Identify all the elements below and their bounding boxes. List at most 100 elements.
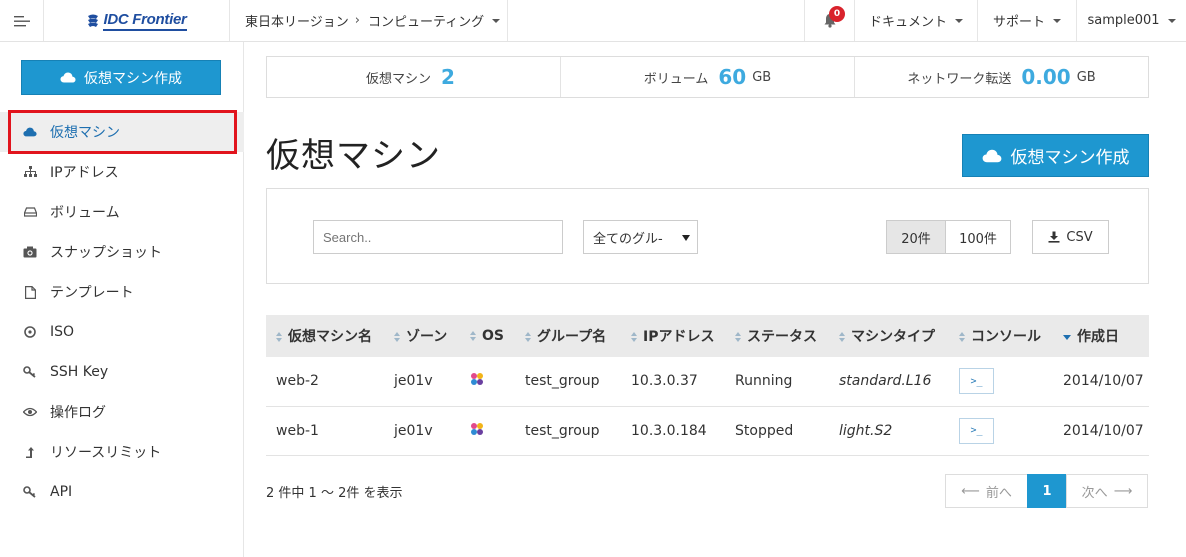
- sidebar-item-label: スナップショット: [50, 245, 162, 261]
- sort-icon: [525, 331, 532, 343]
- sidebar-item-vm[interactable]: 仮想マシン: [0, 110, 244, 154]
- per-page-20-button[interactable]: 20件: [886, 220, 946, 254]
- region-label: 東日本リージョン: [245, 15, 349, 30]
- status-cell: Stopped: [725, 406, 829, 456]
- next-page-button[interactable]: 次へ ⟶: [1066, 474, 1148, 508]
- support-menu[interactable]: サポート: [977, 0, 1076, 41]
- sidebar-item-api[interactable]: API: [0, 472, 244, 512]
- selection-highlight: [8, 110, 237, 154]
- download-icon: [1048, 231, 1060, 243]
- camera-icon: [23, 246, 37, 258]
- os-cell: [460, 406, 515, 456]
- vm-name-link[interactable]: web-1: [266, 406, 384, 456]
- region-breadcrumb[interactable]: 東日本リージョン › コンピューティング: [230, 0, 508, 41]
- status-cell: Running: [725, 357, 829, 407]
- col-header-created[interactable]: 作成日: [1053, 315, 1149, 357]
- hdd-icon: [23, 207, 37, 217]
- stat-network-value: 0.00: [1021, 65, 1071, 89]
- ip-cell: 10.3.0.37: [621, 357, 725, 407]
- sidebar-item-template[interactable]: テンプレート: [0, 272, 244, 312]
- sidebar-item-label: 操作ログ: [50, 405, 106, 421]
- sidebar: 仮想マシン作成 仮想マシン IPアドレス ボリューム スナップショット テンプレ…: [0, 42, 244, 557]
- sidebar-item-label: IPアドレス: [50, 165, 119, 181]
- col-header-console[interactable]: コンソール: [949, 315, 1053, 357]
- col-header-ip[interactable]: IPアドレス: [621, 315, 725, 357]
- sitemap-icon: [23, 166, 37, 177]
- group-cell: test_group: [515, 357, 621, 407]
- notifications-button[interactable]: 0: [804, 0, 854, 41]
- sidebar-item-ip[interactable]: IPアドレス: [0, 152, 244, 192]
- zone-cell: je01v: [384, 406, 460, 456]
- user-menu[interactable]: sample001: [1076, 0, 1186, 41]
- page-title: 仮想マシン: [266, 136, 441, 176]
- sort-icon: [735, 331, 742, 343]
- sidebar-create-vm-button[interactable]: 仮想マシン作成: [21, 60, 221, 95]
- per-page-100-button[interactable]: 100件: [945, 220, 1011, 254]
- sidebar-item-snapshot[interactable]: スナップショット: [0, 232, 244, 272]
- prev-page-button[interactable]: ⟵ 前へ: [945, 474, 1028, 508]
- hamburger-icon: [13, 15, 30, 26]
- stat-volume-label: ボリューム: [643, 71, 709, 87]
- sort-icon: [959, 331, 966, 343]
- notification-badge: 0: [829, 6, 845, 22]
- prev-label: 前へ: [985, 485, 1012, 501]
- sidebar-item-label: テンプレート: [50, 285, 134, 301]
- create-vm-button[interactable]: 仮想マシン作成: [962, 134, 1149, 177]
- next-label: 次へ: [1081, 485, 1108, 501]
- console-button[interactable]: >_: [959, 417, 994, 444]
- sort-icon: [394, 331, 401, 343]
- sidebar-item-resource-limit[interactable]: リソースリミット: [0, 432, 244, 472]
- level-up-icon: [26, 446, 34, 458]
- filter-panel: 全てのグル- 20件 100件 CSV: [266, 188, 1149, 284]
- csv-download-button[interactable]: CSV: [1032, 220, 1109, 254]
- logo[interactable]: IDC Frontier: [44, 0, 230, 41]
- sidebar-item-label: SSH Key: [50, 364, 109, 380]
- service-label: コンピューティング: [367, 15, 485, 30]
- sidebar-item-ssh-key[interactable]: SSH Key: [0, 352, 244, 392]
- stat-vm-label: 仮想マシン: [366, 71, 432, 87]
- col-header-status[interactable]: ステータス: [725, 315, 829, 357]
- sidebar-item-volume[interactable]: ボリューム: [0, 192, 244, 232]
- key-icon: [23, 366, 36, 378]
- col-header-name[interactable]: 仮想マシン名: [266, 315, 384, 357]
- console-cell: >_: [949, 357, 1053, 407]
- main-content: 仮想マシン 2 ボリューム 60 GB ネットワーク転送 0.00 GB 仮想マ…: [244, 42, 1186, 557]
- arrow-right-icon: ⟶: [1113, 483, 1133, 499]
- idcf-logo-icon: [88, 14, 99, 27]
- page-1-button[interactable]: 1: [1027, 474, 1067, 508]
- sidebar-item-log[interactable]: 操作ログ: [0, 392, 244, 432]
- menu-toggle-button[interactable]: [0, 0, 44, 41]
- stat-vm: 仮想マシン 2: [267, 57, 560, 97]
- stat-network: ネットワーク転送 0.00 GB: [854, 57, 1148, 97]
- file-icon: [24, 285, 36, 299]
- breadcrumb-separator: ›: [354, 13, 360, 28]
- csv-label: CSV: [1066, 229, 1093, 245]
- col-header-machine-type[interactable]: マシンタイプ: [829, 315, 949, 357]
- machine-type-cell: light.S2: [829, 406, 949, 456]
- vm-name-link[interactable]: web-2: [266, 357, 384, 407]
- group-cell: test_group: [515, 406, 621, 456]
- col-header-group[interactable]: グループ名: [515, 315, 621, 357]
- sidebar-item-label: ボリューム: [50, 205, 120, 221]
- docs-menu[interactable]: ドキュメント: [854, 0, 977, 41]
- arrow-left-icon: ⟵: [961, 483, 980, 499]
- console-button[interactable]: >_: [959, 368, 994, 395]
- sort-icon: [276, 331, 283, 343]
- stat-volume: ボリューム 60 GB: [560, 57, 854, 97]
- sidebar-item-iso[interactable]: ISO: [0, 312, 244, 352]
- eye-icon: [23, 407, 37, 417]
- sort-icon: [839, 331, 846, 343]
- search-input[interactable]: [313, 220, 563, 254]
- group-select[interactable]: 全てのグル-: [583, 220, 698, 254]
- col-header-os[interactable]: OS: [460, 315, 515, 357]
- col-header-zone[interactable]: ゾーン: [384, 315, 460, 357]
- stat-vm-value: 2: [441, 65, 455, 89]
- stat-volume-value: 60: [718, 65, 747, 89]
- sort-icon: [631, 331, 638, 343]
- sidebar-item-label: リソースリミット: [50, 445, 162, 461]
- disc-icon: [24, 326, 36, 338]
- table-row: web-1 je01v test_group 10.3.0.184 Stoppe…: [266, 406, 1149, 456]
- support-label: サポート: [992, 15, 1045, 30]
- pagination: ⟵ 前へ 1 次へ ⟶: [945, 474, 1148, 508]
- os-cell: [460, 357, 515, 407]
